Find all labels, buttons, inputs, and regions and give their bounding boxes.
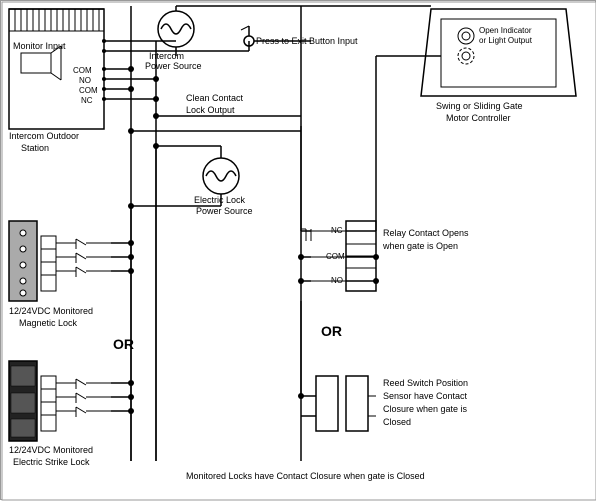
- svg-text:Reed Switch Position: Reed Switch Position: [383, 378, 468, 388]
- svg-text:Electric Strike Lock: Electric Strike Lock: [13, 457, 90, 467]
- svg-text:Intercom Outdoor: Intercom Outdoor: [9, 131, 79, 141]
- svg-text:OR: OR: [321, 323, 342, 339]
- svg-text:Monitor Input: Monitor Input: [13, 41, 66, 51]
- svg-text:or Light Output: or Light Output: [479, 36, 533, 45]
- svg-text:12/24VDC Monitored: 12/24VDC Monitored: [9, 306, 93, 316]
- svg-text:Magnetic Lock: Magnetic Lock: [19, 318, 78, 328]
- svg-text:when gate is Open: when gate is Open: [382, 241, 458, 251]
- svg-text:Sensor have Contact: Sensor have Contact: [383, 391, 468, 401]
- svg-text:Power Source: Power Source: [145, 61, 202, 71]
- svg-text:NO: NO: [79, 76, 91, 85]
- svg-text:COM: COM: [73, 66, 92, 75]
- svg-text:Lock Output: Lock Output: [186, 105, 235, 115]
- svg-text:Motor Controller: Motor Controller: [446, 113, 511, 123]
- svg-text:NC: NC: [81, 96, 93, 105]
- svg-text:Monitored Locks have Contact C: Monitored Locks have Contact Closure whe…: [186, 471, 425, 481]
- svg-text:Open Indicator: Open Indicator: [479, 26, 532, 35]
- svg-text:12/24VDC Monitored: 12/24VDC Monitored: [9, 445, 93, 455]
- wiring-diagram: Monitor Input COM NO COM NC Intercom Out…: [0, 0, 596, 500]
- svg-text:Relay Contact Opens: Relay Contact Opens: [383, 228, 469, 238]
- svg-text:Electric Lock: Electric Lock: [194, 195, 246, 205]
- svg-text:Clean Contact: Clean Contact: [186, 93, 244, 103]
- svg-text:Swing or Sliding Gate: Swing or Sliding Gate: [436, 101, 523, 111]
- svg-text:Closure when gate is: Closure when gate is: [383, 404, 468, 414]
- svg-text:Closed: Closed: [383, 417, 411, 427]
- svg-text:Intercom: Intercom: [149, 51, 184, 61]
- svg-text:Station: Station: [21, 143, 49, 153]
- svg-text:Power Source: Power Source: [196, 206, 253, 216]
- svg-text:COM: COM: [79, 86, 98, 95]
